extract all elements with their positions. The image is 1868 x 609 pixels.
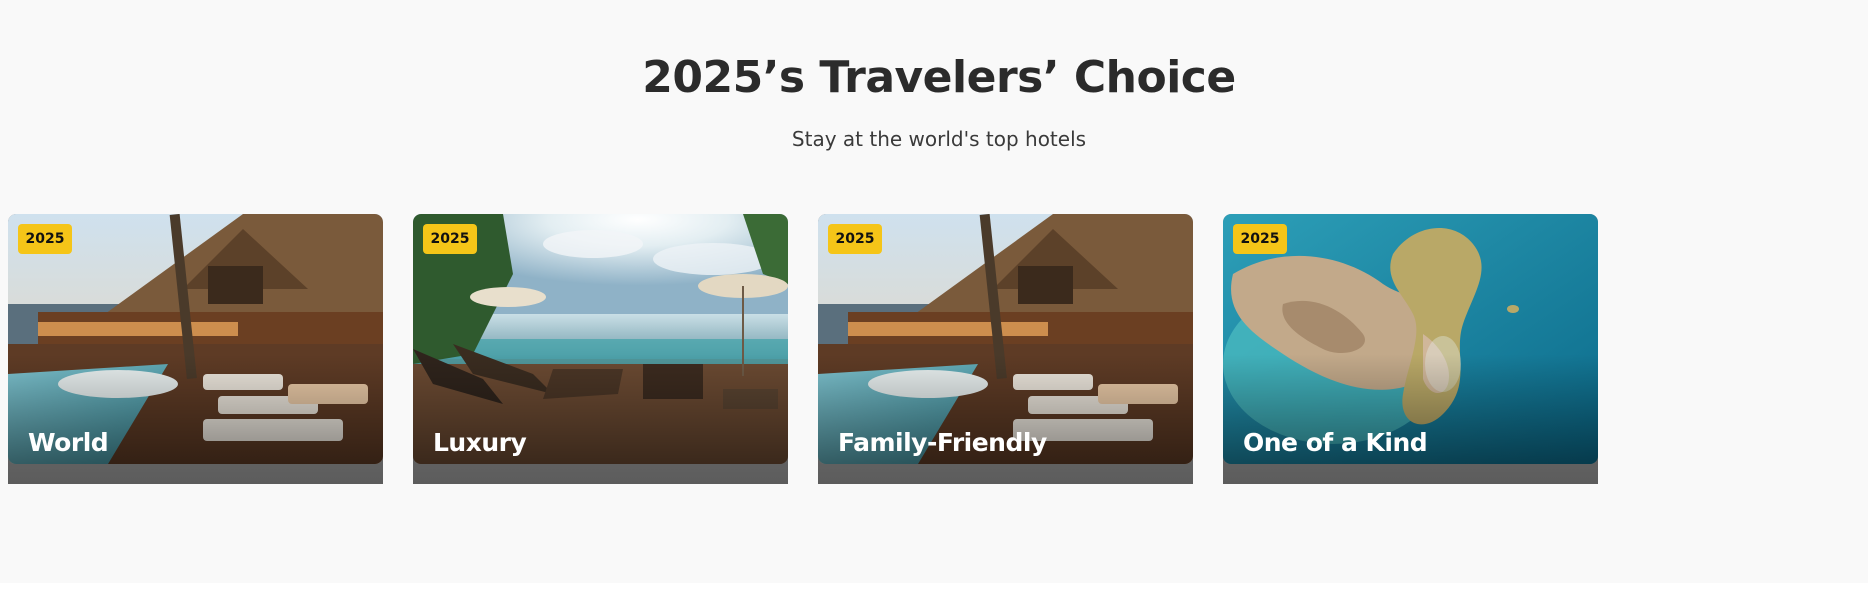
travelers-choice-section: 2025’s Travelers’ Choice Stay at the wor… bbox=[0, 0, 1868, 583]
year-badge: 2025 bbox=[423, 224, 477, 254]
card-label: Luxury bbox=[433, 428, 527, 457]
card-label: One of a Kind bbox=[1243, 428, 1428, 457]
card-label: Family-Friendly bbox=[838, 428, 1047, 457]
section-title: 2025’s Travelers’ Choice bbox=[642, 52, 1236, 103]
year-badge: 2025 bbox=[18, 224, 72, 254]
card-family-friendly[interactable]: 2025 Family-Friendly bbox=[818, 214, 1193, 484]
card-luxury[interactable]: 2025 Luxury bbox=[413, 214, 788, 484]
card-world[interactable]: 2025 World bbox=[8, 214, 383, 484]
year-badge: 2025 bbox=[828, 224, 882, 254]
card-one-of-a-kind[interactable]: 2025 One of a Kind bbox=[1223, 214, 1598, 484]
card-label: World bbox=[28, 428, 109, 457]
section-subtitle: Stay at the world's top hotels bbox=[791, 127, 1087, 151]
year-badge: 2025 bbox=[1233, 224, 1287, 254]
